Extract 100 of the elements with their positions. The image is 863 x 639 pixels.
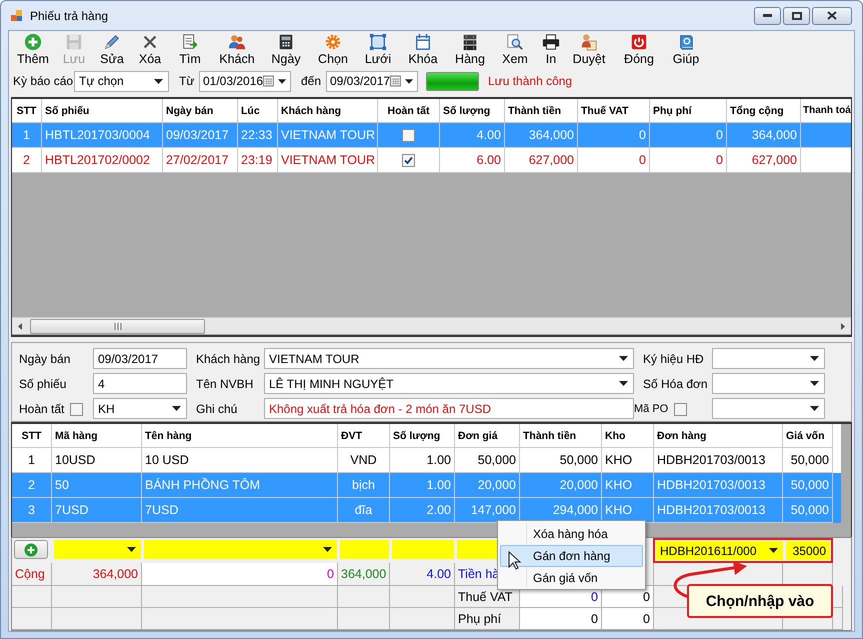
- column-header[interactable]: Mã hàng: [52, 424, 142, 448]
- menu-item[interactable]: Gán đơn hàng: [500, 545, 643, 567]
- voucher-field[interactable]: 4: [93, 373, 187, 394]
- table-cell: HBTL201702/0002: [42, 148, 163, 173]
- period-dropdown[interactable]: Tự chọn: [74, 70, 169, 92]
- toolbar-button[interactable]: Duyệt: [565, 32, 613, 67]
- table-row[interactable]: 1 10USD 10 USD VND 1.00 50,000 50,000 KHO HDBH201703/0013 50,000: [12, 448, 841, 473]
- column-header[interactable]: Thuế VAT: [578, 99, 650, 123]
- column-header[interactable]: Giá vốn: [783, 424, 833, 448]
- checkbox[interactable]: [70, 402, 84, 416]
- toolbar-button[interactable]: Thêm: [11, 32, 55, 67]
- menu-item[interactable]: Xóa hàng hóa: [500, 523, 643, 545]
- column-header[interactable]: Kho: [602, 424, 654, 448]
- to-date-picker[interactable]: 09/03/2017: [326, 70, 418, 92]
- checkbox[interactable]: [402, 154, 415, 166]
- toolbar-button[interactable]: Sửa: [93, 32, 131, 67]
- cost-field[interactable]: 35000: [786, 541, 830, 560]
- caret-icon: [619, 356, 628, 361]
- column-header[interactable]: Đơn giá: [455, 424, 520, 448]
- toolbar-button[interactable]: Đóng: [613, 32, 665, 67]
- toolbar-button[interactable]: Khách: [211, 32, 263, 67]
- type-dropdown[interactable]: KH: [93, 398, 187, 419]
- calendar-icon: [390, 75, 401, 87]
- caret-icon: [810, 356, 819, 361]
- field-label: Mã PO: [634, 403, 668, 415]
- input-field[interactable]: [392, 540, 454, 559]
- minimize-icon: [763, 14, 772, 17]
- total-label: Cộng: [12, 563, 52, 586]
- horizontal-scrollbar[interactable]: [12, 317, 851, 334]
- toolbar-button[interactable]: Tìm: [169, 32, 211, 67]
- toolbar-button[interactable]: Xóa: [131, 32, 169, 67]
- app-icon: [10, 8, 24, 22]
- column-header[interactable]: Thành tiền: [520, 424, 602, 448]
- column-header[interactable]: ĐVT: [338, 424, 390, 448]
- search-icon: [506, 33, 524, 51]
- close-button[interactable]: [812, 6, 852, 24]
- column-header[interactable]: Tên hàng: [142, 424, 338, 448]
- power-icon: [630, 33, 648, 51]
- total-cell: 4.00: [390, 563, 455, 586]
- note-field[interactable]: Không xuất trả hóa đơn - 2 món ăn 7USD: [264, 398, 634, 419]
- from-label: Từ: [179, 74, 196, 88]
- toolbar-button[interactable]: Ngày: [263, 32, 309, 67]
- staff-dropdown[interactable]: LÊ THỊ MINH NGUYỆT: [264, 373, 634, 394]
- frame-icon: [369, 33, 387, 51]
- add-row-button[interactable]: [14, 540, 48, 559]
- column-header[interactable]: Số phiếu: [42, 99, 163, 123]
- column-header[interactable]: Hoàn tất: [378, 99, 440, 123]
- caret-icon: [154, 78, 163, 84]
- document-arrow-icon: [181, 33, 199, 51]
- field-label: Hoàn tất: [19, 402, 64, 416]
- window-title: Phiếu trả hàng: [30, 8, 110, 22]
- toolbar-button[interactable]: Giúp: [665, 32, 707, 67]
- column-header[interactable]: Khách hàng: [278, 99, 378, 123]
- people-icon: [228, 33, 246, 51]
- invoice-number-dropdown[interactable]: [712, 373, 825, 394]
- period-label: Kỳ báo cáo: [13, 74, 74, 88]
- column-header[interactable]: STT: [12, 424, 52, 448]
- customer-dropdown[interactable]: VIETNAM TOUR: [264, 348, 634, 369]
- pencil-icon: [103, 33, 121, 51]
- caret-icon: [127, 547, 136, 552]
- from-date-picker[interactable]: 01/03/2016: [199, 70, 291, 92]
- status-message: Lưu thành công: [488, 74, 572, 88]
- table-row[interactable]: 2 HBTL201702/0002 27/02/2017 23:19 VIETNAM TOUR 6.00 627,000 0 0 627,000: [12, 148, 851, 173]
- checkbox[interactable]: [674, 402, 688, 416]
- date-field[interactable]: 09/03/2017: [93, 348, 187, 369]
- column-header[interactable]: STT: [12, 99, 42, 123]
- po-dropdown[interactable]: [712, 398, 825, 419]
- toolbar-button[interactable]: In: [537, 32, 565, 67]
- column-header[interactable]: Đơn hàng: [654, 424, 783, 448]
- column-header[interactable]: Số lượng: [440, 99, 505, 123]
- caret-icon: [810, 406, 819, 411]
- scrollbar-thumb[interactable]: [30, 318, 205, 334]
- toolbar-button[interactable]: Lưới: [357, 32, 399, 67]
- column-header[interactable]: Ngày bán: [163, 99, 238, 123]
- invoice-symbol-dropdown[interactable]: [712, 348, 825, 369]
- caret-icon: [810, 381, 819, 386]
- callout: Chọn/nhập vào: [687, 584, 833, 618]
- column-header[interactable]: Tổng cộng: [727, 99, 801, 123]
- empty-cell: [390, 586, 455, 608]
- column-header[interactable]: Phụ phí: [650, 99, 727, 123]
- maximize-icon: [792, 12, 802, 20]
- checkbox[interactable]: [402, 128, 415, 142]
- field-label: Số phiếu: [19, 377, 68, 391]
- minimize-button[interactable]: [754, 6, 781, 24]
- toolbar-button[interactable]: Khóa: [399, 32, 447, 67]
- maximize-button[interactable]: [783, 6, 810, 24]
- table-cell: 2.00: [390, 498, 455, 523]
- column-header[interactable]: Số lượng: [390, 424, 455, 448]
- toolbar-button[interactable]: Chọn: [309, 32, 357, 67]
- empty-cell: [338, 608, 390, 630]
- input-field[interactable]: [340, 540, 389, 559]
- gear-icon: [324, 33, 342, 51]
- caret-icon: [278, 78, 286, 84]
- column-header[interactable]: Thành tiền: [505, 99, 578, 123]
- close-icon: [827, 11, 837, 20]
- to-label: đến: [301, 74, 322, 88]
- order-dropdown[interactable]: HDBH201611/000: [656, 541, 783, 560]
- column-header[interactable]: Lúc: [238, 99, 278, 123]
- toolbar-button[interactable]: Hàng: [447, 32, 493, 67]
- toolbar-button[interactable]: Xem: [493, 32, 537, 67]
